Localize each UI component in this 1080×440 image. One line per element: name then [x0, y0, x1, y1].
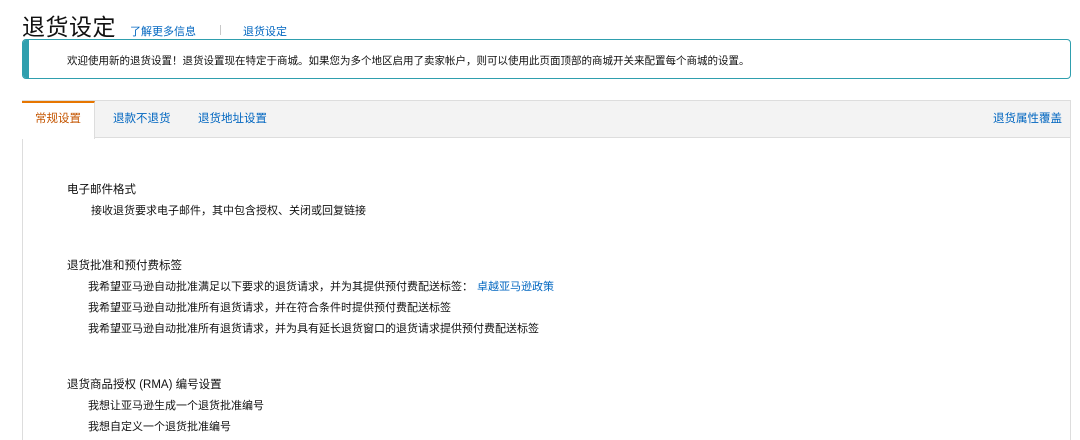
- banner-text: 欢迎使用新的退货设置！退货设置现在特定于商城。如果您为多个地区启用了卖家帐户，则…: [67, 55, 750, 67]
- settings-panel: 常规设置 退款不退货 退货地址设置 退货属性覆盖 电子邮件格式 接收退货要求电子…: [22, 100, 1071, 440]
- banner-accent-bar: [23, 40, 29, 78]
- rma-option-custom[interactable]: 我想自定义一个退货批准编号: [67, 418, 264, 434]
- page-header: 退货设定 了解更多信息 退货设定: [22, 8, 287, 42]
- amazon-policy-link[interactable]: 卓越亚马逊政策: [477, 281, 554, 293]
- approval-option-all[interactable]: 我希望亚马逊自动批准所有退货请求，并在符合条件时提供预付费配送标签: [67, 299, 554, 315]
- tab-returnless-refund[interactable]: 退款不退货: [113, 101, 171, 138]
- approval-option-policy-label: 我希望亚马逊自动批准满足以下要求的退货请求，并为其提供预付费配送标签：: [88, 281, 473, 293]
- rma-option-amazon-generate[interactable]: 我想让亚马逊生成一个退货批准编号: [67, 397, 264, 413]
- tab-return-address-settings[interactable]: 退货地址设置: [198, 101, 267, 138]
- tab-bar: 常规设置 退款不退货 退货地址设置 退货属性覆盖: [22, 101, 1070, 139]
- return-settings-link[interactable]: 退货设定: [243, 23, 287, 39]
- email-format-option[interactable]: 接收退货要求电子邮件，其中包含授权、关闭或回复链接: [67, 202, 366, 218]
- return-attribute-override-link[interactable]: 退货属性覆盖: [993, 101, 1062, 138]
- approval-label-section: 退货批准和预付费标签 我希望亚马逊自动批准满足以下要求的退货请求，并为其提供预付…: [67, 257, 554, 336]
- tab-general-settings[interactable]: 常规设置: [22, 101, 95, 139]
- rma-section: 退货商品授权 (RMA) 编号设置 我想让亚马逊生成一个退货批准编号 我想自定义…: [67, 376, 264, 434]
- rma-title: 退货商品授权 (RMA) 编号设置: [67, 379, 222, 391]
- header-divider: [220, 25, 221, 35]
- learn-more-link[interactable]: 了解更多信息: [130, 23, 196, 39]
- return-settings-page: 退货设定 了解更多信息 退货设定 欢迎使用新的退货设置！退货设置现在特定于商城。…: [0, 0, 1080, 440]
- info-banner: 欢迎使用新的退货设置！退货设置现在特定于商城。如果您为多个地区启用了卖家帐户，则…: [22, 39, 1071, 79]
- email-format-title: 电子邮件格式: [67, 184, 136, 196]
- approval-label-title: 退货批准和预付费标签: [67, 260, 182, 272]
- approval-option-extended[interactable]: 我希望亚马逊自动批准所有退货请求，并为具有延长退货窗口的退货请求提供预付费配送标…: [67, 320, 554, 336]
- page-title: 退货设定: [22, 14, 116, 40]
- approval-option-policy[interactable]: 我希望亚马逊自动批准满足以下要求的退货请求，并为其提供预付费配送标签： 卓越亚马逊…: [67, 278, 554, 294]
- email-format-section: 电子邮件格式 接收退货要求电子邮件，其中包含授权、关闭或回复链接: [67, 181, 366, 218]
